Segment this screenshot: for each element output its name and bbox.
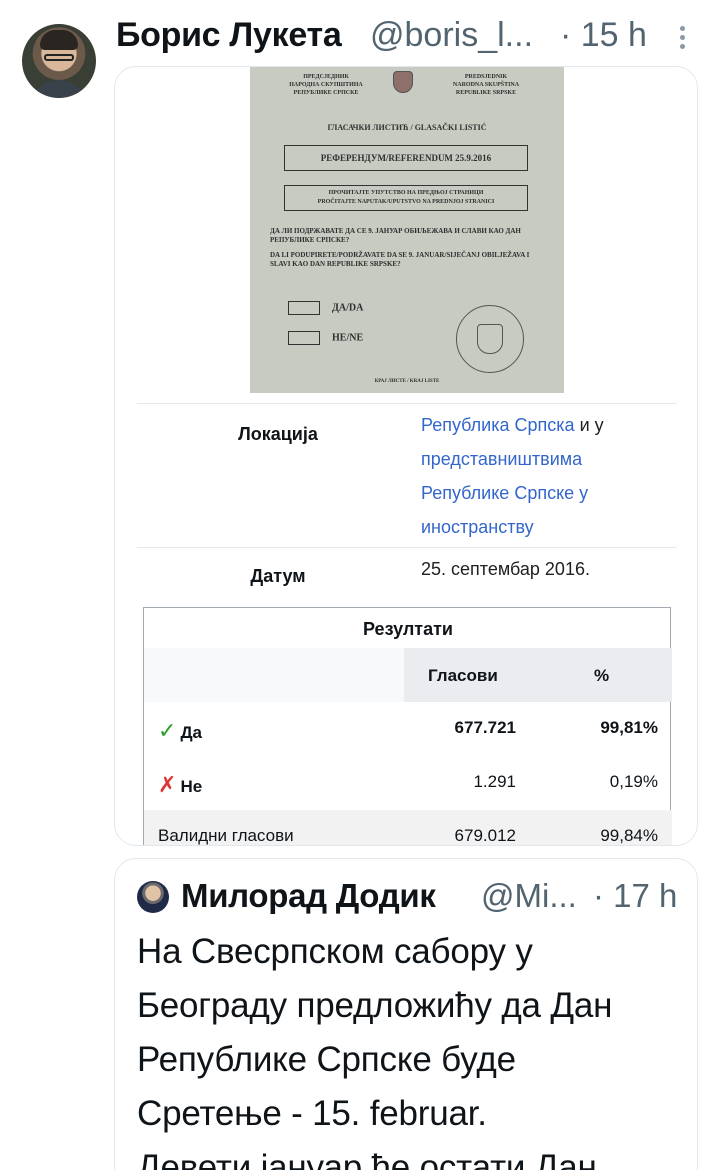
check-icon: ✓	[158, 718, 177, 743]
quoted-author-avatar[interactable]	[137, 881, 169, 913]
coat-of-arms-icon	[393, 71, 413, 93]
option-yes-label: ДА/DA	[332, 302, 364, 314]
result-yes-votes: 677.721	[454, 718, 516, 737]
results-header-blank	[144, 648, 404, 702]
ballot-image: ПРЕДСЈЕДНИК НАРОДНА СКУПШТИНА РЕПУБЛИКЕ …	[250, 67, 564, 393]
ballot-footer: КРАЈ ЛИСТЕ / KRAJ LISTE	[374, 379, 440, 384]
ballot-header-right: PREDSJEDNIK NARODNA SKUPŠTINA REPUBLIKE …	[452, 74, 520, 96]
location-row: Локација Република Српска и у представни…	[137, 403, 677, 547]
date-label: Датум	[250, 566, 306, 586]
results-header-row: Гласови %	[144, 648, 672, 702]
author-handle[interactable]: @boris_l...	[370, 16, 533, 55]
quoted-author-name[interactable]: Милорад Додик	[181, 877, 436, 915]
result-row-valid: Валидни гласови 679.012 99,84%	[144, 810, 672, 845]
avatar-glasses	[44, 54, 74, 61]
results-caption: Резултати	[363, 619, 453, 639]
results-table: Резултати Гласови % ✓ Да 677.721 99,81% ✗…	[143, 607, 672, 845]
quoted-text-line: Београду предложићу да Дан	[137, 986, 613, 1025]
tweet-timestamp[interactable]: · 15 h	[560, 16, 647, 55]
result-valid-votes: 679.012	[454, 826, 516, 845]
location-label: Локација	[238, 424, 318, 444]
wikipedia-infobox-card[interactable]: ПРЕДСЈЕДНИК НАРОДНА СКУПШТИНА РЕПУБЛИКЕ …	[114, 66, 698, 846]
quoted-text-line: Републике Српске буде	[137, 1040, 516, 1079]
avatar-hair	[40, 30, 78, 50]
result-row-yes: ✓ Да 677.721 99,81%	[144, 702, 672, 756]
option-no-label: НЕ/NE	[332, 332, 364, 344]
ballot-title: ГЛАСАЧКИ ЛИСТИЋ / GLASAČKI LISTIĆ	[327, 123, 487, 132]
percent-column-header: %	[594, 666, 610, 685]
stamp-seal-icon	[456, 305, 524, 373]
ballot-header-left: ПРЕДСЈЕДНИК НАРОДНА СКУПШТИНА РЕПУБЛИКЕ …	[289, 74, 363, 96]
result-yes-percent: 99,81%	[600, 718, 658, 737]
result-label-no: ✗ Не	[158, 772, 202, 798]
ballot-option-yes: ДА/DA	[288, 301, 363, 315]
result-no-votes: 1.291	[473, 772, 516, 791]
link-representations-3[interactable]: иностранству	[421, 517, 534, 537]
link-representations[interactable]: представништвима	[421, 449, 582, 469]
date-row: Датум 25. септембар 2016.	[137, 547, 677, 607]
ballot-question-cyrillic: ДА ЛИ ПОДРЖАВАТЕ ДА СЕ 9. ЈАНУАР ОБИЉЕЖА…	[270, 227, 521, 244]
ballot-question-latin: DA LI PODUPIRETE/PODRŽAVATE DA SE 9. JAN…	[270, 251, 530, 268]
date-value: 25. септембар 2016.	[421, 559, 590, 579]
quoted-text-line: Сретење - 15. februar.	[137, 1094, 487, 1133]
result-valid-name: Валидни гласови	[158, 826, 294, 845]
link-republika-srpska[interactable]: Република Српска	[421, 415, 575, 435]
checkbox-yes	[288, 301, 320, 315]
quoted-tweet[interactable]: Милорад Додик @Mi... · 17 h На Свесрпско…	[114, 858, 698, 1170]
quoted-tweet-text: На Свесрпском сабору у Београду предложи…	[137, 925, 687, 1170]
quoted-timestamp[interactable]: · 17 h	[593, 877, 677, 915]
ballot-instructions: ПРОЧИТАЈТЕ УПУТСТВО НА ПРЕДЊОЈ СТРАНИЦИ …	[284, 185, 528, 211]
link-representations-2[interactable]: Републике Српске у	[421, 483, 588, 503]
votes-column-header: Гласови	[428, 666, 498, 685]
more-options-icon[interactable]	[678, 26, 686, 52]
location-value: Република Српска и у представништвима Ре…	[421, 408, 604, 544]
result-row-no: ✗ Не 1.291 0,19%	[144, 756, 672, 810]
author-avatar[interactable]	[22, 24, 96, 98]
quoted-author-handle[interactable]: @Mi...	[481, 877, 577, 915]
location-conjunction: и у	[574, 415, 604, 435]
quoted-text-line: Девети јануар ће остати Дан...	[137, 1148, 626, 1170]
result-valid-percent: 99,84%	[600, 826, 658, 845]
quoted-text-line: На Свесрпском сабору у	[137, 932, 533, 971]
checkbox-no	[288, 331, 320, 345]
result-no-percent: 0,19%	[609, 772, 658, 791]
result-label-yes: ✓ Да	[158, 718, 202, 744]
ballot-referendum: РЕФЕРЕНДУМ/REFERENDUM 25.9.2016	[284, 145, 528, 171]
result-no-name: Не	[180, 777, 203, 796]
result-yes-name: Да	[180, 723, 203, 742]
avatar-shirt	[30, 80, 88, 98]
cross-icon: ✗	[158, 772, 177, 797]
ballot-option-no: НЕ/NE	[288, 331, 363, 345]
author-name[interactable]: Борис Лукета	[116, 16, 342, 55]
